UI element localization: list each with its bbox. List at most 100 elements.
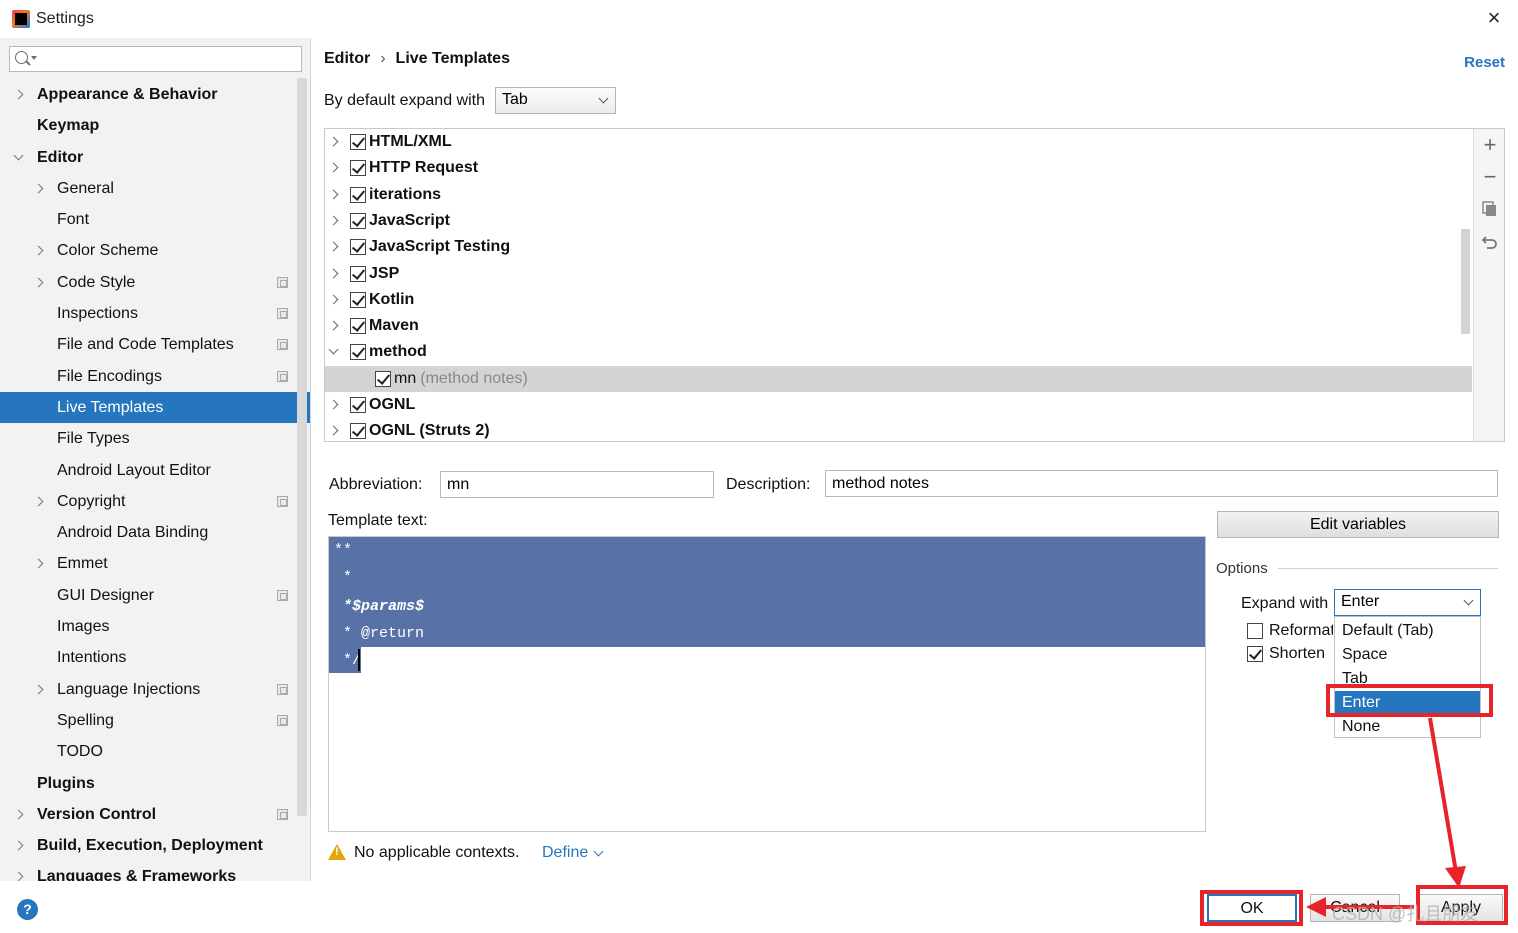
template-checkbox[interactable] [350,291,366,308]
template-group[interactable]: JavaScript [325,208,1472,234]
chevron-right-icon[interactable] [33,559,44,569]
template-group[interactable]: Maven [325,313,1472,339]
sidebar-item-emmet[interactable]: Emmet [0,548,310,579]
undo-icon[interactable] [1480,233,1500,253]
sidebar-item-android-data-binding[interactable]: Android Data Binding [0,517,310,548]
chevron-right-icon[interactable] [33,277,44,288]
template-checkbox[interactable] [350,318,366,335]
sidebar-item-build-execution-deployment[interactable]: Build, Execution, Deployment [0,830,310,861]
ok-button[interactable]: OK [1207,894,1297,922]
sidebar-scrollbar[interactable] [297,78,307,816]
template-checkbox[interactable] [350,239,366,256]
template-checkbox[interactable] [350,344,366,361]
chevron-right-icon[interactable] [328,241,339,252]
close-icon[interactable]: × [1484,7,1504,29]
add-icon[interactable]: + [1480,134,1500,156]
chevron-right-icon[interactable] [33,496,44,507]
sidebar-item-general[interactable]: General [0,173,310,204]
search-options-dropdown-icon[interactable] [31,56,37,60]
chevron-right-icon[interactable] [328,268,339,278]
chevron-right-icon[interactable] [328,189,339,200]
template-group[interactable]: JSP [325,261,1472,287]
chevron-right-icon[interactable] [328,162,339,173]
sidebar-item-images[interactable]: Images [0,611,310,642]
chevron-right-icon[interactable] [13,871,24,881]
sidebar-item-file-types[interactable]: File Types [0,423,310,454]
sidebar-item-languages-frameworks[interactable]: Languages & Frameworks [0,861,310,881]
templates-scrollbar[interactable] [1461,229,1470,334]
template-checkbox[interactable] [375,370,391,387]
template-group[interactable]: OGNL [325,392,1472,418]
edit-variables-button[interactable]: Edit variables [1217,511,1499,538]
search-box[interactable] [9,46,302,72]
help-button[interactable]: ? [17,899,38,920]
define-link[interactable]: Define [542,844,588,862]
template-checkbox[interactable] [350,134,366,150]
sidebar-item-font[interactable]: Font [0,204,310,235]
reformat-checkbox[interactable] [1247,623,1263,639]
sidebar-item-code-style[interactable]: Code Style [0,267,310,298]
template-item[interactable]: mn (method notes) [325,365,1472,392]
sidebar-item-todo[interactable]: TODO [0,736,310,767]
default-expand-select[interactable]: Tab [495,87,616,114]
template-checkbox[interactable] [350,423,366,440]
chevron-right-icon[interactable] [328,399,339,410]
sidebar-item-keymap[interactable]: Keymap [0,110,310,141]
search-input[interactable] [42,49,297,69]
template-group[interactable]: iterations [325,182,1472,208]
apply-button[interactable]: Apply [1419,894,1503,922]
chevron-right-icon[interactable] [33,183,44,194]
template-group[interactable]: HTML/XML [325,129,1472,155]
template-checkbox[interactable] [350,186,366,203]
dropdown-option[interactable]: Space [1335,643,1480,667]
description-input[interactable]: method notes [825,470,1498,497]
shorten-checkbox[interactable] [1247,646,1263,662]
template-group[interactable]: Kotlin [325,287,1472,313]
sidebar-item-file-and-code-templates[interactable]: File and Code Templates [0,329,310,360]
sidebar-item-color-scheme[interactable]: Color Scheme [0,235,310,266]
chevron-right-icon[interactable] [13,809,24,820]
template-group[interactable]: JavaScript Testing [325,234,1472,260]
dropdown-option[interactable]: Tab [1335,667,1480,691]
chevron-right-icon[interactable] [13,840,24,851]
dropdown-option[interactable]: None [1335,715,1480,739]
reset-link[interactable]: Reset [1464,54,1505,71]
chevron-right-icon[interactable] [33,246,44,256]
sidebar-item-spelling[interactable]: Spelling [0,705,310,736]
template-checkbox[interactable] [350,212,366,229]
sidebar-item-gui-designer[interactable]: GUI Designer [0,580,310,611]
chevron-right-icon[interactable] [328,215,339,226]
copy-icon[interactable] [1480,200,1500,220]
sidebar-item-appearance-behavior[interactable]: Appearance & Behavior [0,79,310,110]
sidebar-item-language-injections[interactable]: Language Injections [0,674,310,705]
chevron-right-icon[interactable] [328,294,339,305]
abbreviation-input[interactable]: mn [440,471,714,498]
sidebar-item-version-control[interactable]: Version Control [0,799,310,830]
template-checkbox[interactable] [350,160,366,177]
dropdown-option[interactable]: Default (Tab) [1335,619,1480,643]
sidebar-item-live-templates[interactable]: Live Templates [0,391,310,424]
remove-icon[interactable]: − [1480,166,1500,188]
chevron-down-icon[interactable] [593,846,604,857]
chevron-right-icon[interactable] [328,425,339,436]
template-checkbox[interactable] [350,397,366,413]
chevron-right-icon[interactable] [33,684,44,695]
expand-with-select[interactable]: Enter [1334,589,1481,616]
cancel-button[interactable]: Cancel [1310,894,1400,922]
template-checkbox[interactable] [350,265,366,282]
sidebar-item-android-layout-editor[interactable]: Android Layout Editor [0,455,310,486]
template-group[interactable]: method [325,339,1472,365]
chevron-down-icon[interactable] [13,150,24,161]
sidebar-item-intentions[interactable]: Intentions [0,642,310,673]
chevron-right-icon[interactable] [328,136,339,147]
breadcrumb-parent[interactable]: Editor [324,50,370,67]
dropdown-option[interactable]: Enter [1335,691,1480,715]
chevron-right-icon[interactable] [328,320,339,331]
template-group[interactable]: OGNL (Struts 2) [325,418,1472,441]
template-text-editor[interactable]: ** * *$params$ * @return */ [328,536,1206,832]
sidebar-item-file-encodings[interactable]: File Encodings [0,361,310,392]
chevron-right-icon[interactable] [13,89,24,100]
template-group[interactable]: HTTP Request [325,155,1472,181]
sidebar-item-inspections[interactable]: Inspections [0,298,310,329]
sidebar-item-copyright[interactable]: Copyright [0,486,310,517]
